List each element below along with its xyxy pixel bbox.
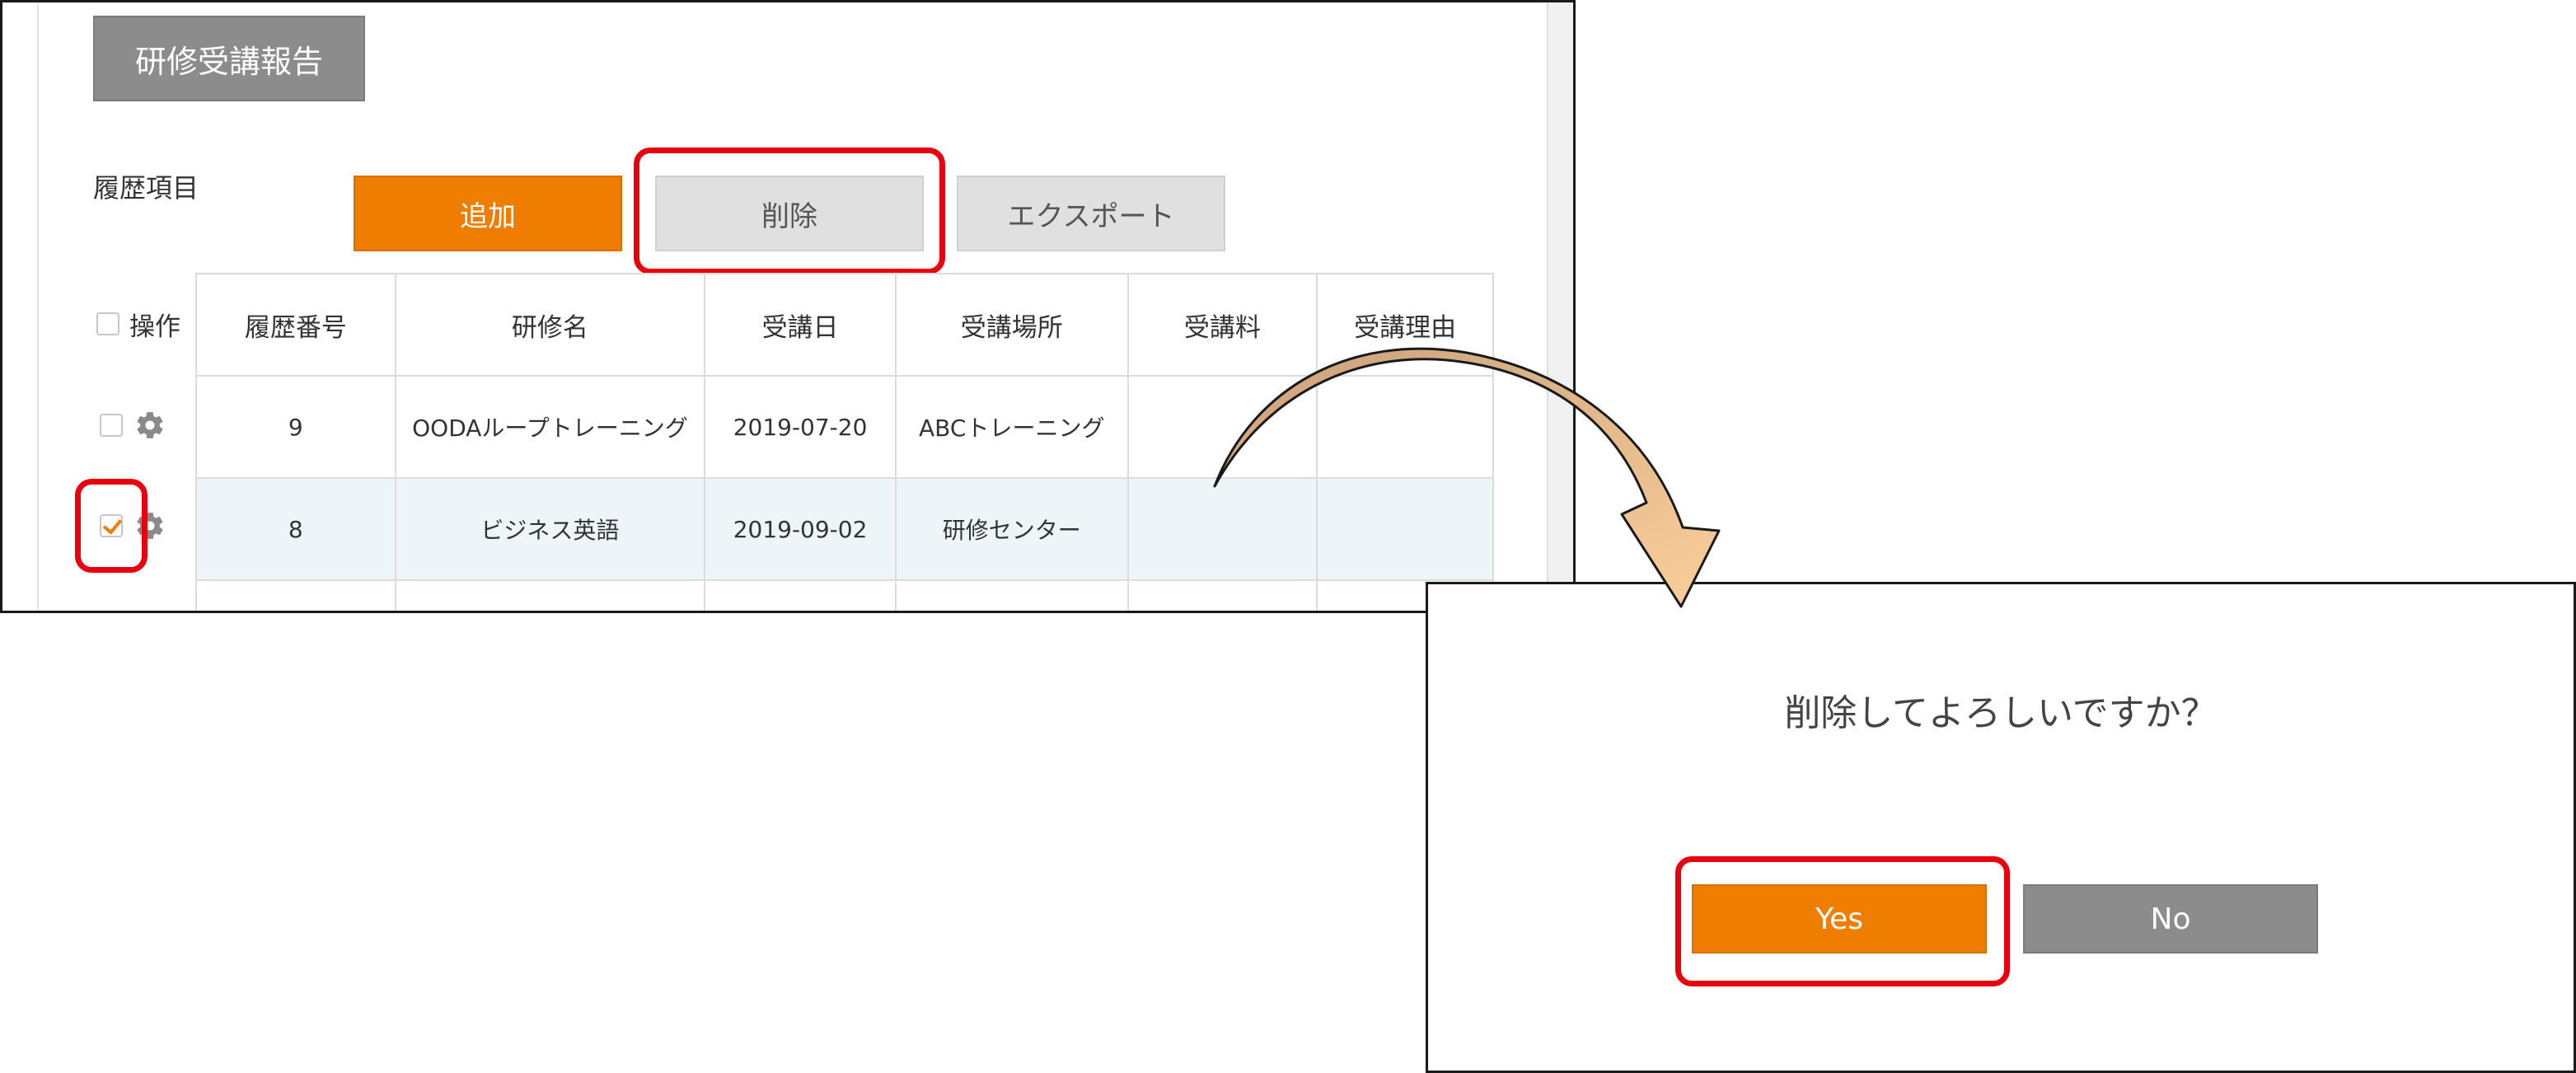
curved-arrow-icon: [1213, 347, 1721, 608]
